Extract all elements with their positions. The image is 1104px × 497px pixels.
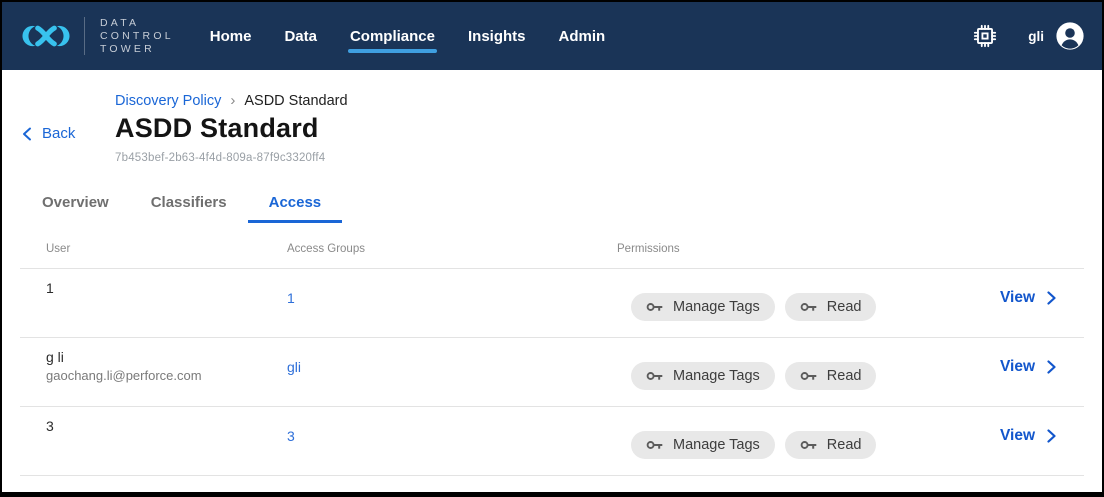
user-name: 1: [46, 280, 287, 296]
access-group-cell: 1: [287, 269, 617, 337]
main-nav: Home Data Compliance Insights Admin: [208, 2, 607, 70]
permission-chip: Manage Tags: [631, 431, 775, 459]
view-link[interactable]: View: [1000, 358, 1056, 376]
back-button[interactable]: Back: [22, 125, 115, 142]
view-link-label: View: [1000, 427, 1035, 445]
top-navbar: DATA CONTROL TOWER Home Data Compliance Ins…: [2, 2, 1102, 70]
navbar-right: gli: [972, 22, 1084, 50]
chevron-right-icon: [1047, 291, 1056, 305]
table-header-row: User Access Groups Permissions: [20, 223, 1084, 269]
brand-line: CONTROL: [100, 30, 174, 43]
tab-classifiers[interactable]: Classifiers: [130, 194, 248, 223]
nav-item-admin[interactable]: Admin: [557, 2, 608, 70]
column-header-permissions: Permissions: [617, 243, 964, 255]
permissions-cell: Manage Tags Read: [617, 407, 964, 475]
permissions-cell: Manage Tags Read: [617, 338, 964, 406]
table-row: 11 Manage Tags Read View: [20, 269, 1084, 338]
page-header: Back Discovery Policy › ASDD Standard AS…: [2, 92, 1102, 164]
column-header-user: User: [20, 243, 287, 255]
key-icon: [646, 301, 664, 313]
chevron-right-icon: [1047, 360, 1056, 374]
nav-item-insights[interactable]: Insights: [466, 2, 528, 70]
policy-uuid: 7b453bef-2b63-4f4d-809a-87f9c3320ff4: [115, 152, 348, 164]
breadcrumb: Discovery Policy › ASDD Standard: [115, 92, 348, 109]
permission-chip: Read: [785, 293, 877, 321]
nav-item-home[interactable]: Home: [208, 2, 254, 70]
view-link[interactable]: View: [1000, 289, 1056, 307]
permission-chip-label: Manage Tags: [673, 368, 760, 384]
permissions-cell: Manage Tags Read: [617, 269, 964, 337]
access-group-link[interactable]: gli: [287, 359, 301, 375]
key-icon: [800, 370, 818, 382]
user-name: g li: [46, 349, 287, 365]
access-table: User Access Groups Permissions 11 Manage …: [20, 223, 1084, 476]
column-header-actions: [964, 243, 1084, 255]
view-link-label: View: [1000, 289, 1035, 307]
key-icon: [646, 370, 664, 382]
user-cell: g li gaochang.li@perforce.com: [20, 338, 287, 406]
actions-cell: View: [964, 269, 1084, 337]
table-body: 11 Manage Tags Read View g li gaochang.li@per…: [20, 269, 1084, 476]
permission-chip-label: Read: [827, 299, 862, 315]
access-group-cell: 3: [287, 407, 617, 475]
app-window: DATA CONTROL TOWER Home Data Compliance Ins…: [0, 0, 1104, 497]
permission-chip-label: Manage Tags: [673, 299, 760, 315]
permission-chip-label: Manage Tags: [673, 437, 760, 453]
tab-overview[interactable]: Overview: [21, 194, 130, 223]
user-name: 3: [46, 418, 287, 434]
breadcrumb-parent-link[interactable]: Discovery Policy: [115, 93, 221, 109]
chevron-left-icon: [22, 127, 32, 141]
memory-chip-icon[interactable]: [972, 23, 998, 49]
user-email: gaochang.li@perforce.com: [46, 368, 287, 383]
user-cell: 1: [20, 269, 287, 337]
tab-access[interactable]: Access: [248, 194, 343, 223]
nav-item-compliance[interactable]: Compliance: [348, 2, 437, 70]
permission-chip: Read: [785, 362, 877, 390]
permission-chip-label: Read: [827, 368, 862, 384]
page-title-block: Discovery Policy › ASDD Standard ASDD St…: [115, 92, 348, 164]
view-link-label: View: [1000, 358, 1035, 376]
brand-line: DATA: [100, 17, 174, 30]
access-group-link[interactable]: 3: [287, 428, 295, 444]
table-row: 33 Manage Tags Read View: [20, 407, 1084, 476]
user-cell: 3: [20, 407, 287, 475]
account-circle-icon[interactable]: [1056, 22, 1084, 50]
column-header-access-groups: Access Groups: [287, 243, 617, 255]
brand-divider: [84, 17, 85, 55]
brand-line: TOWER: [100, 43, 174, 56]
permission-chip: Manage Tags: [631, 293, 775, 321]
breadcrumb-current: ASDD Standard: [244, 93, 347, 109]
table-row: g li gaochang.li@perforce.comgli Manage Ta…: [20, 338, 1084, 407]
key-icon: [800, 301, 818, 313]
actions-cell: View: [964, 407, 1084, 475]
actions-cell: View: [964, 338, 1084, 406]
brand-wordmark: DATA CONTROL TOWER: [100, 17, 174, 56]
page-title: ASDD Standard: [115, 113, 348, 144]
username-label: gli: [1028, 29, 1044, 44]
view-link[interactable]: View: [1000, 427, 1056, 445]
brand: DATA CONTROL TOWER: [22, 17, 174, 56]
breadcrumb-separator: ›: [230, 92, 235, 109]
key-icon: [646, 439, 664, 451]
permission-chip: Read: [785, 431, 877, 459]
access-group-link[interactable]: 1: [287, 290, 295, 306]
permission-chip-label: Read: [827, 437, 862, 453]
permission-chip: Manage Tags: [631, 362, 775, 390]
nav-item-data[interactable]: Data: [282, 2, 319, 70]
key-icon: [800, 439, 818, 451]
tab-bar: OverviewClassifiersAccess: [2, 194, 1102, 223]
chevron-right-icon: [1047, 429, 1056, 443]
access-group-cell: gli: [287, 338, 617, 406]
back-label: Back: [42, 125, 75, 142]
dct-logo-icon: [22, 18, 70, 54]
